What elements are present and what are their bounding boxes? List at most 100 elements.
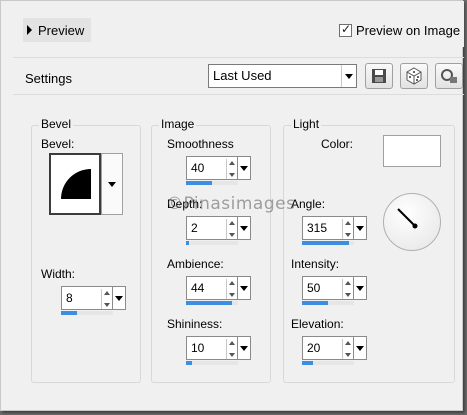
intensity-field[interactable]: 50 [302, 276, 354, 300]
intensity-slider-button[interactable] [354, 276, 367, 300]
smoothness-field[interactable]: 40 [186, 156, 238, 180]
angle-level-fill [302, 241, 349, 245]
elevation-field[interactable]: 20 [302, 336, 354, 360]
elevation-stepper[interactable] [342, 339, 353, 359]
elevation-value: 20 [307, 341, 321, 355]
intensity-spinner[interactable]: 50 [302, 276, 367, 306]
preview-toggle[interactable]: Preview [23, 18, 91, 42]
shininess-spinner[interactable]: 10 [186, 336, 251, 366]
intensity-label: Intensity: [291, 257, 340, 271]
width-stepper[interactable] [101, 289, 112, 309]
bevel-group-title: Bevel [39, 117, 74, 131]
intensity-level-fill [302, 301, 328, 305]
image-group-title: Image [159, 117, 197, 131]
width-spinner[interactable]: 8 [61, 286, 126, 316]
ambience-level-track [186, 301, 238, 305]
ambience-slider-button[interactable] [238, 276, 251, 300]
arrow-up-icon[interactable] [229, 161, 235, 165]
bevel-shape-icon [61, 169, 91, 199]
arrow-down-icon[interactable] [345, 293, 351, 297]
reset-icon [441, 69, 457, 83]
smoothness-level-fill [186, 181, 212, 185]
reset-button[interactable] [435, 63, 463, 89]
shininess-level-track [186, 361, 238, 365]
arrow-up-icon[interactable] [229, 281, 235, 285]
intensity-value: 50 [307, 281, 321, 295]
save-icon [372, 69, 386, 83]
arrow-down-icon[interactable] [345, 353, 351, 357]
angle-level-track [302, 241, 354, 245]
ambience-field[interactable]: 44 [186, 276, 238, 300]
chevron-down-icon [240, 285, 248, 291]
chevron-down-icon [108, 181, 116, 187]
width-slider-button[interactable] [113, 286, 126, 310]
preview-toggle-label: Preview [38, 22, 85, 38]
angle-stepper[interactable] [342, 219, 353, 239]
preview-on-image-checkbox[interactable] [339, 22, 352, 37]
smoothness-level-track [186, 181, 238, 185]
arrow-down-icon[interactable] [229, 353, 235, 357]
angle-label: Angle: [291, 197, 326, 211]
chevron-down-icon [240, 165, 248, 171]
shininess-field[interactable]: 10 [186, 336, 238, 360]
settings-row: Settings Last Used [13, 57, 464, 95]
arrow-up-icon[interactable] [104, 291, 110, 295]
width-level-track [61, 311, 113, 315]
preset-select[interactable]: Last Used [208, 64, 357, 88]
intensity-stepper[interactable] [342, 279, 353, 299]
arrow-up-icon[interactable] [229, 221, 235, 225]
depth-field[interactable]: 2 [186, 216, 238, 240]
settings-label: Settings [25, 71, 72, 86]
arrow-up-icon[interactable] [345, 221, 351, 225]
width-label: Width: [41, 267, 76, 281]
preview-on-image-option[interactable]: Preview on Image [339, 22, 461, 38]
shininess-slider-button[interactable] [238, 336, 251, 360]
arrow-up-icon[interactable] [229, 341, 235, 345]
bevel-dropdown-button[interactable] [101, 153, 123, 215]
preview-on-image-label: Preview on Image [356, 23, 461, 38]
arrow-down-icon[interactable] [104, 303, 110, 307]
arrow-down-icon[interactable] [229, 173, 235, 177]
angle-spinner[interactable]: 315 [302, 216, 367, 246]
randomize-button[interactable] [400, 63, 428, 89]
depth-level-track [186, 241, 238, 245]
depth-spinner[interactable]: 2 [186, 216, 251, 246]
smoothness-slider-button[interactable] [238, 156, 251, 180]
shininess-stepper[interactable] [226, 339, 237, 359]
arrow-up-icon[interactable] [345, 281, 351, 285]
depth-value: 2 [191, 221, 198, 235]
elevation-slider-button[interactable] [354, 336, 367, 360]
elevation-label: Elevation: [291, 317, 344, 331]
angle-dial[interactable] [383, 193, 441, 251]
depth-level-fill [186, 241, 189, 245]
smoothness-spinner[interactable]: 40 [186, 156, 251, 186]
preview-bar: Preview Preview on Image [1, 1, 464, 47]
elevation-level-track [302, 361, 354, 365]
ambience-spinner[interactable]: 44 [186, 276, 251, 306]
angle-slider-button[interactable] [354, 216, 367, 240]
depth-slider-button[interactable] [238, 216, 251, 240]
angle-field[interactable]: 315 [302, 216, 354, 240]
preset-dropdown-arrow[interactable] [341, 65, 356, 87]
arrow-up-icon[interactable] [345, 341, 351, 345]
depth-stepper[interactable] [226, 219, 237, 239]
expand-arrow-icon [27, 25, 32, 35]
bevel-shape-button[interactable] [49, 153, 101, 215]
arrow-down-icon[interactable] [229, 233, 235, 237]
shininess-level-fill [186, 361, 193, 365]
chevron-down-icon [356, 285, 364, 291]
angle-value: 315 [307, 221, 328, 235]
shininess-value: 10 [191, 341, 205, 355]
light-color-swatch[interactable] [383, 135, 441, 167]
smoothness-stepper[interactable] [226, 159, 237, 179]
elevation-spinner[interactable]: 20 [302, 336, 367, 366]
ambience-stepper[interactable] [226, 279, 237, 299]
chevron-down-icon [356, 225, 364, 231]
shininess-label: Shininess: [167, 317, 223, 331]
width-field[interactable]: 8 [61, 286, 113, 310]
chevron-down-icon [345, 73, 353, 79]
arrow-down-icon[interactable] [229, 293, 235, 297]
arrow-down-icon[interactable] [345, 233, 351, 237]
save-preset-button[interactable] [365, 63, 393, 89]
dial-needle-icon [397, 208, 418, 229]
